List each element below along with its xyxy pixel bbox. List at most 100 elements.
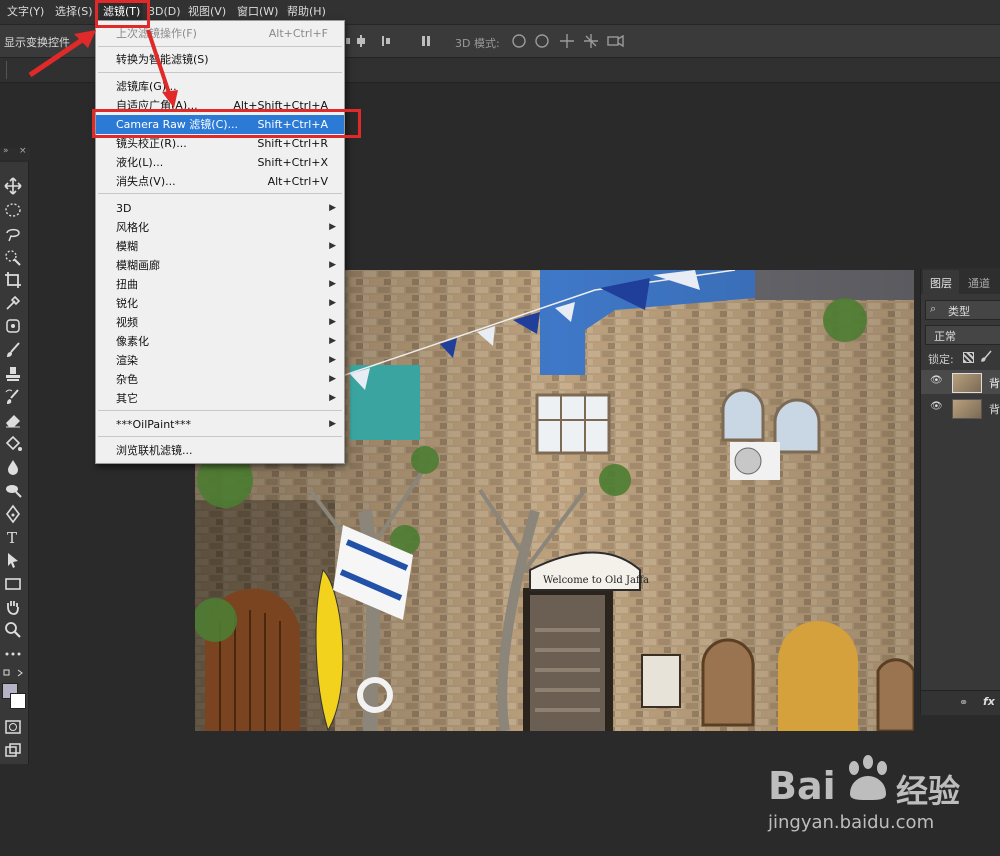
watermark-url: jingyan.baidu.com xyxy=(768,812,935,833)
menu-item-vanishing-point[interactable]: 消失点(V)... Alt+Ctrl+V xyxy=(96,172,344,191)
3d-mode-label: 3D 模式: xyxy=(455,37,500,50)
pen-tool-icon[interactable] xyxy=(3,504,23,524)
quick-mask-icon[interactable] xyxy=(3,717,23,737)
lock-brush-icon[interactable] xyxy=(981,350,993,362)
search-icon: ⌕ xyxy=(930,302,937,315)
menu-item-stylize[interactable]: 风格化 ▶ xyxy=(96,218,344,237)
background-color-swatch[interactable] xyxy=(10,693,26,709)
toolbar-header[interactable]: » × xyxy=(0,146,30,160)
menu-type[interactable]: 文字(Y) xyxy=(7,0,44,24)
tools-panel: T xyxy=(0,162,29,764)
history-brush-tool-icon[interactable] xyxy=(3,387,23,407)
menu-separator xyxy=(98,193,342,194)
layer-name: 背 xyxy=(989,377,1000,390)
menu-separator xyxy=(98,436,342,437)
submenu-arrow-icon: ▶ xyxy=(329,374,336,384)
menu-item-noise[interactable]: 杂色 ▶ xyxy=(96,370,344,389)
fx-button[interactable]: fx xyxy=(983,695,995,708)
menu-item-video[interactable]: 视频 ▶ xyxy=(96,313,344,332)
quick-select-tool-icon[interactable] xyxy=(3,247,23,267)
svg-text:T: T xyxy=(7,529,17,547)
submenu-arrow-icon: ▶ xyxy=(329,336,336,346)
align-icons[interactable] xyxy=(340,33,430,49)
filter-menu-dropdown: 上次滤镜操作(F) Alt+Ctrl+F 转换为智能滤镜(S) 滤镜库(G)...… xyxy=(95,20,345,464)
zoom-tool-icon[interactable] xyxy=(3,620,23,640)
submenu-arrow-icon: ▶ xyxy=(329,317,336,327)
submenu-arrow-icon: ▶ xyxy=(329,279,336,289)
type-tool-icon[interactable]: T xyxy=(3,527,23,547)
menu-item-other[interactable]: 其它 ▶ xyxy=(96,389,344,408)
baidu-watermark: Bai 经验 jingyan.baidu.com xyxy=(766,750,996,840)
move-tool-icon[interactable] xyxy=(3,176,23,196)
tab-divider xyxy=(6,61,7,79)
swap-colors-icon[interactable] xyxy=(3,667,25,677)
path-selection-tool-icon[interactable] xyxy=(3,550,23,570)
close-icon[interactable]: × xyxy=(19,146,27,156)
lasso-tool-icon[interactable] xyxy=(3,224,23,244)
menu-separator xyxy=(98,410,342,411)
stamp-tool-icon[interactable] xyxy=(3,364,23,384)
collapse-icon[interactable]: » xyxy=(3,146,9,156)
filter-kind-label: 类型 xyxy=(948,305,970,318)
welcome-sign-text: Welcome to Old Jaffa xyxy=(543,575,649,586)
menu-separator xyxy=(98,46,342,47)
link-layers-icon[interactable]: ⚭ xyxy=(959,696,968,709)
eraser-tool-icon[interactable] xyxy=(3,410,23,430)
submenu-arrow-icon: ▶ xyxy=(329,419,336,429)
menu-separator xyxy=(98,72,342,73)
visibility-eye-icon[interactable]: 👁 xyxy=(930,401,943,412)
menu-item-oilpaint[interactable]: ***OilPaint*** ▶ xyxy=(96,415,344,434)
visibility-eye-icon[interactable]: 👁 xyxy=(930,375,943,386)
annotation-box-camera-raw xyxy=(92,109,361,138)
blend-mode-label: 正常 xyxy=(934,330,956,343)
rectangle-tool-icon[interactable] xyxy=(3,574,23,594)
annotation-box-filter-menu xyxy=(95,0,150,28)
menu-item-3d[interactable]: 3D ▶ xyxy=(96,199,344,218)
menu-item-distort[interactable]: 扭曲 ▶ xyxy=(96,275,344,294)
tab-layers-label: 图层 xyxy=(930,277,952,290)
tab-layers[interactable]: 图层 xyxy=(923,270,959,294)
submenu-arrow-icon: ▶ xyxy=(329,222,336,232)
layers-panel: 图层 通道 ⌕ 类型 正常 锁定: 👁 背 👁 背 ⚭ fx xyxy=(920,268,1000,715)
menu-item-liquify[interactable]: 液化(L)... Shift+Ctrl+X xyxy=(96,153,344,172)
hand-tool-icon[interactable] xyxy=(3,597,23,617)
menu-item-browse-online-filters[interactable]: 浏览联机滤镜... xyxy=(96,441,344,460)
menu-item-convert-smart-filters[interactable]: 转换为智能滤镜(S) xyxy=(96,50,344,69)
menu-select[interactable]: 选择(S) xyxy=(55,0,93,24)
paint-bucket-tool-icon[interactable] xyxy=(3,434,23,454)
eyedropper-tool-icon[interactable] xyxy=(3,293,23,313)
submenu-arrow-icon: ▶ xyxy=(329,241,336,251)
layer-filter-select[interactable]: ⌕ 类型 xyxy=(925,300,1000,320)
tab-channels[interactable]: 通道 xyxy=(968,275,990,291)
submenu-arrow-icon: ▶ xyxy=(329,298,336,308)
layer-row[interactable]: 👁 背 xyxy=(921,396,1000,420)
menu-item-render[interactable]: 渲染 ▶ xyxy=(96,351,344,370)
crop-tool-icon[interactable] xyxy=(3,270,23,290)
watermark-brand: Bai xyxy=(768,764,836,808)
more-tools-icon[interactable] xyxy=(3,644,23,664)
marquee-tool-icon[interactable] xyxy=(3,200,23,220)
menu-item-sharpen[interactable]: 锐化 ▶ xyxy=(96,294,344,313)
show-transform-controls-label[interactable]: 显示变换控件 xyxy=(4,34,70,50)
menu-item-filter-gallery[interactable]: 滤镜库(G)... xyxy=(96,77,344,96)
menu-item-blur[interactable]: 模糊 ▶ xyxy=(96,237,344,256)
layer-name: 背 xyxy=(989,403,1000,416)
submenu-arrow-icon: ▶ xyxy=(329,203,336,213)
watermark-brand-suffix: 经验 xyxy=(896,772,961,810)
menu-item-blur-gallery[interactable]: 模糊画廊 ▶ xyxy=(96,256,344,275)
submenu-arrow-icon: ▶ xyxy=(329,355,336,365)
lock-transparency-icon[interactable] xyxy=(963,352,974,363)
3d-mode-icons[interactable] xyxy=(510,32,625,50)
dodge-tool-icon[interactable] xyxy=(3,480,23,500)
brush-tool-icon[interactable] xyxy=(3,340,23,360)
blend-mode-select[interactable]: 正常 xyxy=(925,325,1000,345)
menu-item-pixelate[interactable]: 像素化 ▶ xyxy=(96,332,344,351)
layer-thumbnail xyxy=(952,399,982,419)
lock-label: 锁定: xyxy=(928,353,954,366)
blur-tool-icon[interactable] xyxy=(3,457,23,477)
healing-tool-icon[interactable] xyxy=(3,316,23,336)
layers-footer: ⚭ fx xyxy=(921,690,1000,715)
submenu-arrow-icon: ▶ xyxy=(329,393,336,403)
screen-mode-icon[interactable] xyxy=(3,740,23,760)
layer-row[interactable]: 👁 背 xyxy=(921,370,1000,394)
